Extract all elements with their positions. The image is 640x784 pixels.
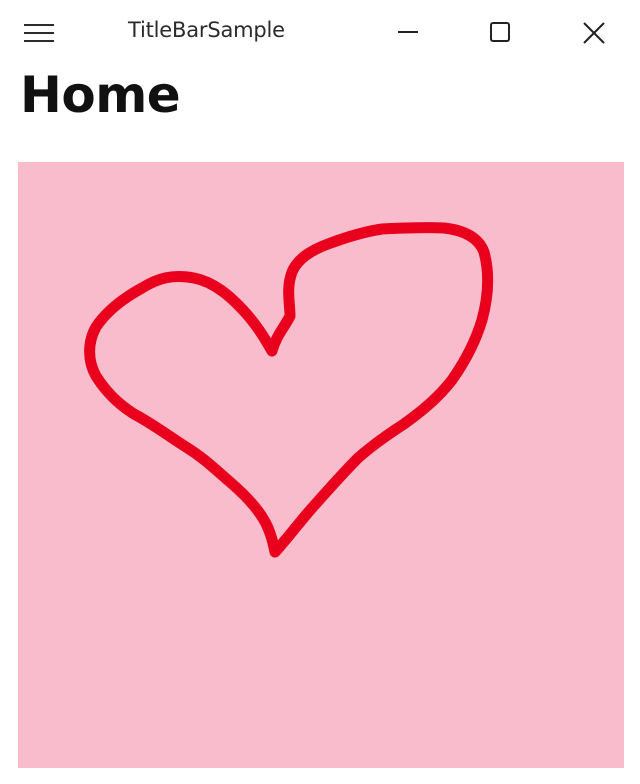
ink-canvas[interactable]	[18, 162, 624, 768]
hamburger-menu-icon[interactable]	[22, 20, 58, 48]
minimize-button[interactable]	[362, 0, 454, 64]
close-icon	[583, 22, 605, 44]
app-title: TitleBarSample	[128, 18, 285, 42]
page-title: Home	[20, 66, 181, 124]
maximize-icon	[490, 22, 510, 42]
maximize-button[interactable]	[454, 0, 546, 64]
title-bar: TitleBarSample	[0, 0, 640, 64]
close-button[interactable]	[548, 0, 640, 64]
minimize-icon	[398, 31, 418, 33]
